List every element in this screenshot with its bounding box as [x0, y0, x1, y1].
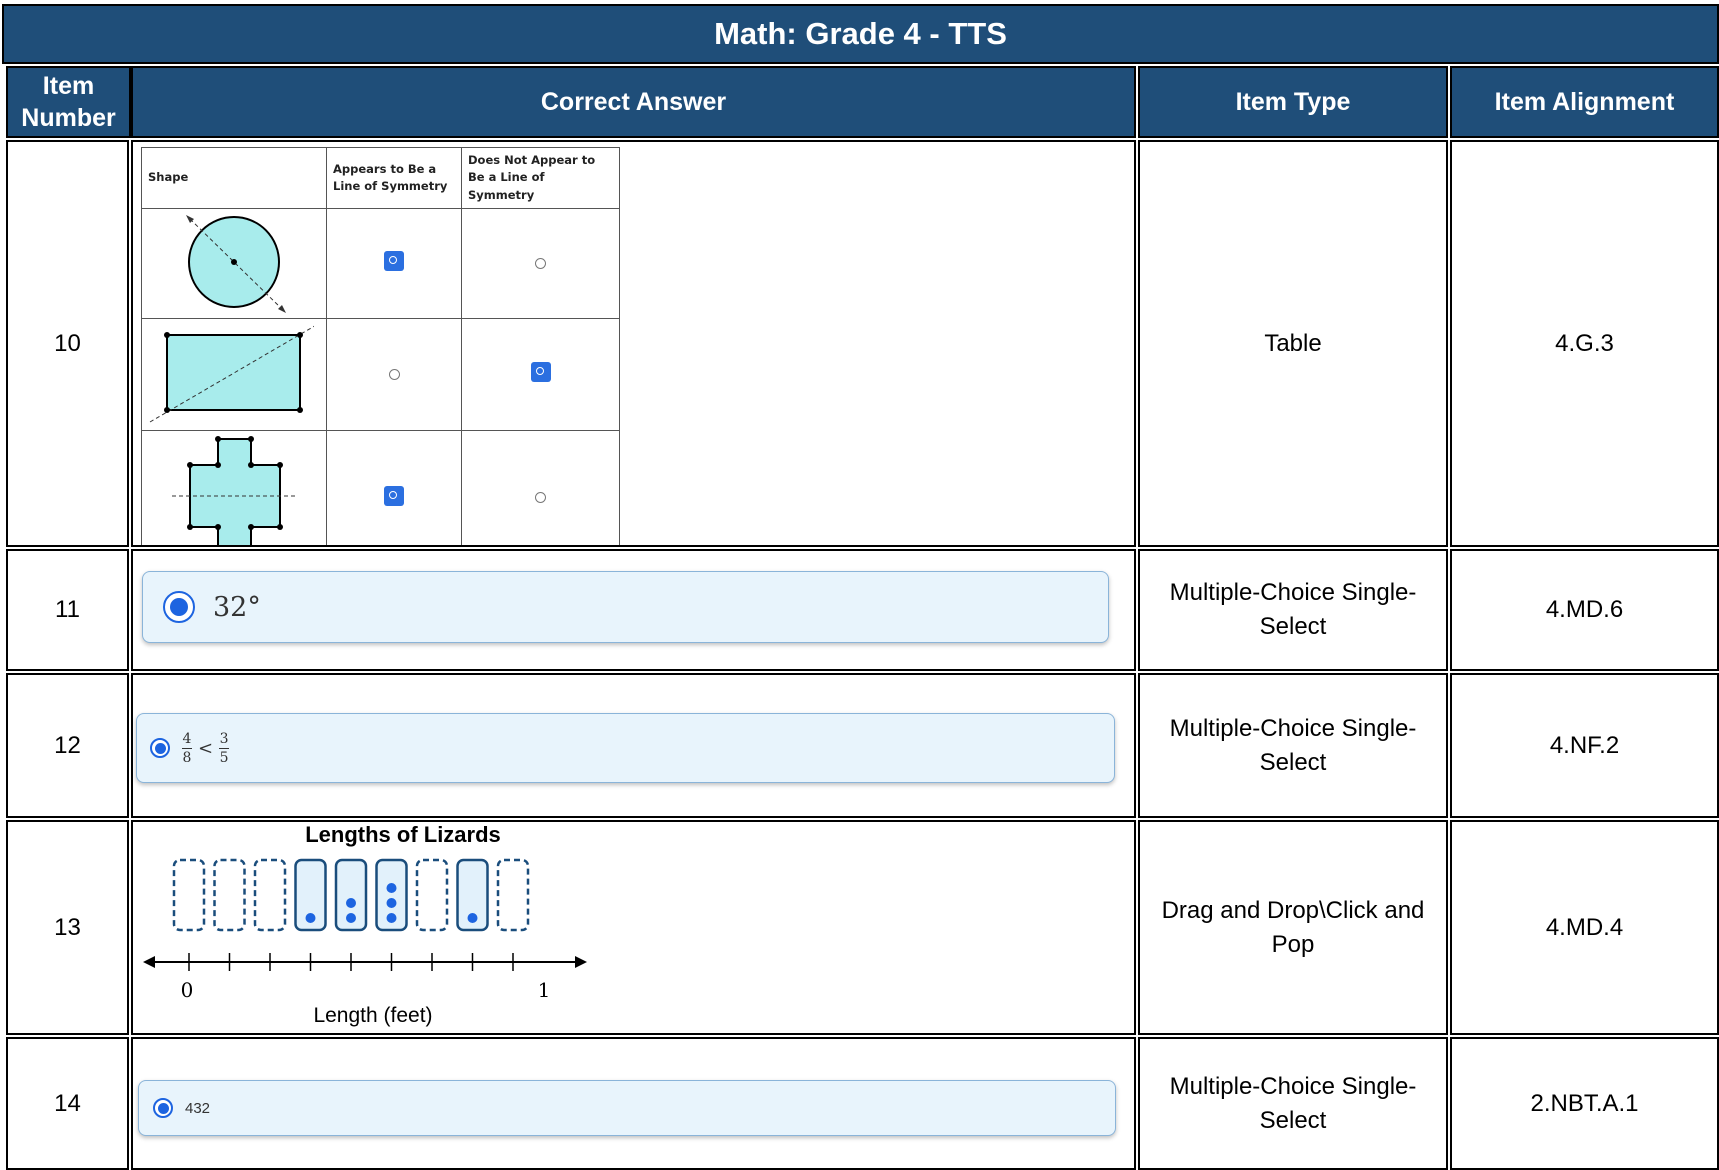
selected-radio-icon[interactable] [153, 1098, 173, 1118]
answer-choice[interactable]: 48 < 35 [136, 713, 1115, 783]
shape-cell [141, 207, 327, 319]
selected-radio-icon[interactable] [150, 738, 170, 758]
radio-cell[interactable] [326, 429, 462, 545]
selected-radio-icon[interactable] [530, 362, 551, 383]
plot-dot[interactable] [305, 913, 316, 923]
answer-cell-14: 432 [131, 1037, 1136, 1170]
item-type-cell: Table [1138, 140, 1448, 547]
selected-radio-icon[interactable] [163, 591, 195, 623]
header-correct-answer: Correct Answer [131, 66, 1136, 138]
item-alignment-cell: 4.G.3 [1450, 140, 1719, 547]
radio-cell[interactable] [461, 429, 620, 545]
item-alignment-cell: 4.NF.2 [1450, 673, 1719, 818]
radio-cell[interactable] [461, 317, 620, 431]
radio-cell[interactable] [461, 207, 620, 319]
drop-target-box[interactable] [172, 858, 206, 932]
answer-choice[interactable]: 32° [142, 571, 1109, 643]
answer-cell-11: 32° [131, 549, 1136, 671]
item-alignment-cell: 2.NBT.A.1 [1450, 1037, 1719, 1170]
drop-target-box[interactable] [496, 858, 530, 932]
answer-cell-10: Shape Appears to Be a Line of Symmetry D… [131, 140, 1136, 547]
plot-dot[interactable] [346, 913, 356, 923]
answer-cell-13: Lengths of Lizards 0 1 Length (feet) [131, 820, 1136, 1035]
shape-cell [141, 429, 327, 545]
item-number-cell: 10 [6, 140, 129, 547]
unselected-radio-icon[interactable] [388, 368, 400, 380]
tick-label-end: 1 [537, 978, 551, 1002]
table-header-shape: Shape [141, 147, 327, 209]
cross-shape-icon [172, 435, 298, 545]
selected-radio-icon[interactable] [384, 251, 404, 272]
drop-target-box[interactable] [253, 858, 287, 932]
header-item-alignment: Item Alignment [1450, 66, 1719, 138]
answer-cell-12: 48 < 35 [131, 673, 1136, 818]
comparison-operator: < [198, 737, 214, 759]
unselected-radio-icon[interactable] [535, 257, 546, 269]
fraction-right: 35 [219, 730, 230, 766]
line-plot-xlabel: Length (feet) [313, 1004, 433, 1027]
item-number-cell: 13 [6, 820, 129, 1035]
answer-choice[interactable]: 432 [138, 1080, 1116, 1136]
fraction-left: 48 [182, 730, 192, 766]
plot-dot[interactable] [386, 898, 397, 908]
item-number-cell: 14 [6, 1037, 129, 1170]
radio-cell[interactable] [326, 317, 462, 431]
item-alignment-cell: 4.MD.4 [1450, 820, 1719, 1035]
header-item-type: Item Type [1138, 66, 1448, 138]
table-header-appears: Appears to Be a Line of Symmetry [326, 147, 462, 209]
page-title: Math: Grade 4 - TTS [2, 4, 1719, 64]
plot-dot[interactable] [346, 898, 356, 908]
symmetry-table: Shape Appears to Be a Line of Symmetry D… [141, 147, 620, 545]
item-number-cell: 11 [6, 549, 129, 671]
plot-dot[interactable] [386, 913, 397, 923]
item-type-cell: Multiple-Choice Single-Select [1138, 673, 1448, 818]
item-type-cell: Multiple-Choice Single-Select [1138, 549, 1448, 671]
header-item-number: Item Number [6, 66, 131, 138]
radio-cell[interactable] [326, 207, 462, 319]
fraction-comparison: 48 < 35 [182, 730, 230, 766]
table-header-does-not-appear: Does Not Appear to Be a Line of Symmetry [461, 147, 620, 209]
plot-dot[interactable] [467, 913, 478, 923]
drop-target-box[interactable] [213, 858, 246, 932]
unselected-radio-icon[interactable] [535, 492, 546, 504]
item-number-cell: 12 [6, 673, 129, 818]
item-type-cell: Drag and Drop\Click and Pop [1138, 820, 1448, 1035]
drop-target-box[interactable] [415, 858, 449, 932]
selected-radio-icon[interactable] [384, 485, 404, 506]
rectangle-shape-icon [149, 323, 319, 423]
tick-label-start: 0 [180, 978, 194, 1002]
plot-dot[interactable] [386, 883, 397, 893]
answer-text: 432 [185, 1099, 211, 1117]
item-alignment-cell: 4.MD.6 [1450, 549, 1719, 671]
circle-shape-icon [186, 214, 286, 313]
shape-cell [141, 317, 327, 431]
item-type-cell: Multiple-Choice Single-Select [1138, 1037, 1448, 1170]
answer-text: 32° [213, 591, 261, 623]
